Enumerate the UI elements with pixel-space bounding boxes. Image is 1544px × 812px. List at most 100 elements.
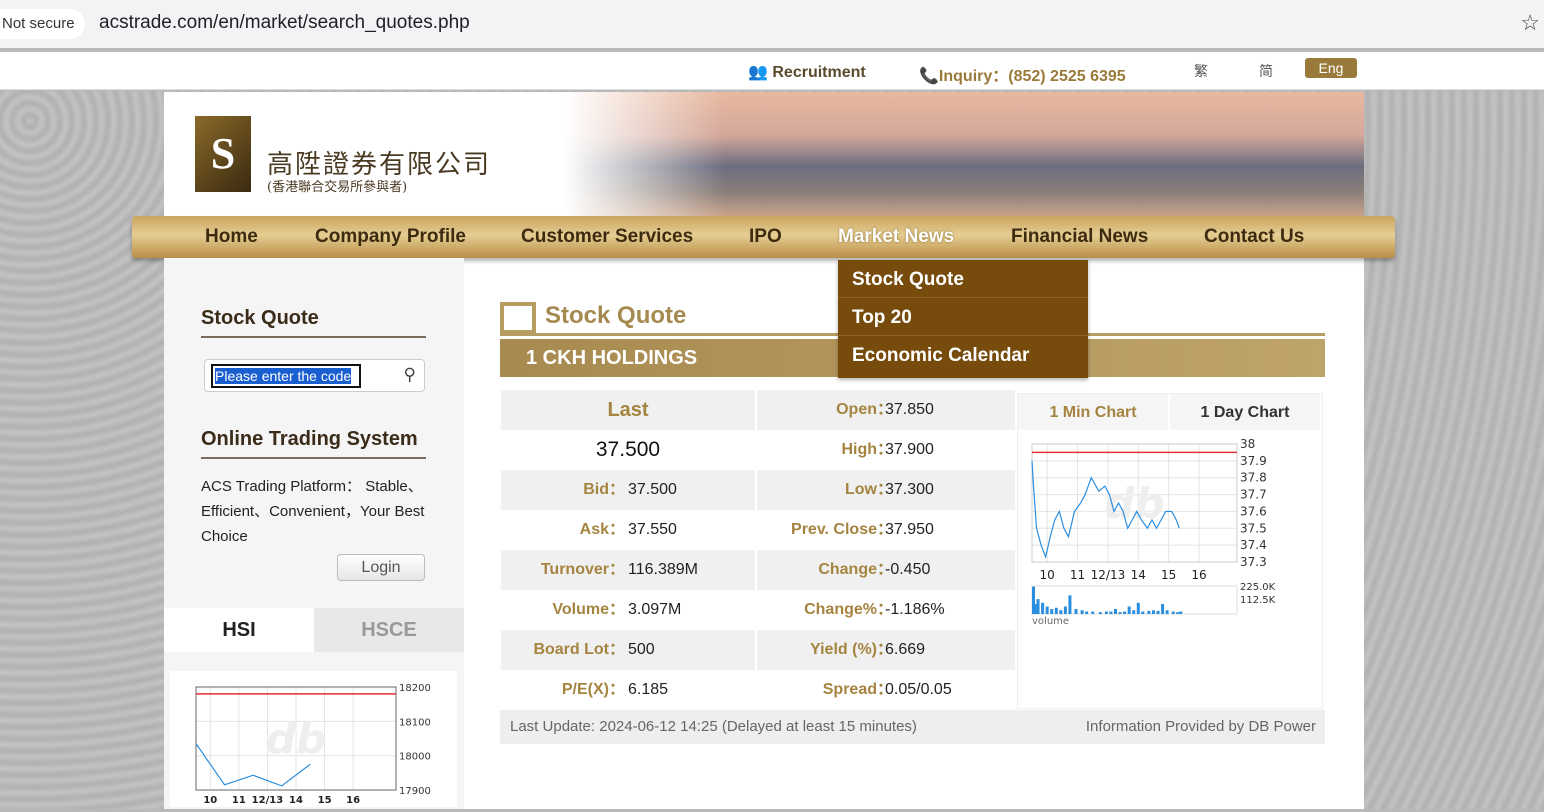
volume-bar xyxy=(1171,611,1175,614)
quote-row: Turnover： 116.389M xyxy=(501,550,755,590)
city-skyline-image xyxy=(564,92,1364,216)
people-icon: 👥 xyxy=(748,64,768,81)
login-button[interactable]: Login xyxy=(337,554,425,581)
volume-bar xyxy=(1179,611,1183,614)
inquiry-link[interactable]: 📞Inquiry：(852) 2525 6395 xyxy=(919,62,1126,86)
tab-hsce[interactable]: HSCE xyxy=(314,608,464,652)
field-value: 6.669 xyxy=(885,641,926,658)
update-bar: Last Update: 2024-06-12 14:25 (Delayed a… xyxy=(500,710,1325,744)
field-value: 37.900 xyxy=(885,441,934,458)
nav-market-news[interactable]: Market News xyxy=(838,226,954,248)
colon: ： xyxy=(609,481,626,498)
quote-row: Bid： 37.500 xyxy=(501,470,755,510)
y-tick-label: 38 xyxy=(1240,437,1255,451)
field-value: 500 xyxy=(628,641,655,658)
phone-icon: 📞 xyxy=(919,68,939,85)
colon: ： xyxy=(609,561,626,578)
volume-bar xyxy=(1156,610,1160,614)
address-bar[interactable]: acstrade.com/en/market/search_quotes.php xyxy=(99,12,470,34)
quote-row: High： 37.900 xyxy=(757,430,1015,470)
field-value: 37.300 xyxy=(885,481,934,498)
market-news-dropdown: Stock Quote Top 20 Economic Calendar xyxy=(838,260,1088,378)
field-value: 37.500 xyxy=(628,481,677,498)
volume-bar xyxy=(1127,606,1131,614)
top-bar: 👥 Recruitment 📞Inquiry：(852) 2525 6395 繁… xyxy=(0,52,1544,90)
volume-bar xyxy=(1141,611,1145,614)
quote-row: Prev. Close： 37.950 xyxy=(757,510,1015,550)
field-label: Open xyxy=(836,401,877,418)
colon: ： xyxy=(609,521,626,538)
menu-economic-calendar[interactable]: Economic Calendar xyxy=(838,336,1088,374)
x-tick-label: 11 xyxy=(232,795,246,806)
last-update: Last Update: 2024-06-12 14:25 (Delayed a… xyxy=(510,718,917,735)
y-tick-label: 37.5 xyxy=(1240,521,1267,535)
tab-1-min-chart[interactable]: 1 Min Chart xyxy=(1018,394,1168,430)
lang-english[interactable]: Eng xyxy=(1305,58,1357,78)
field-label: Turnover xyxy=(540,561,609,578)
volume-bar xyxy=(1151,610,1155,614)
colon: ： xyxy=(609,641,626,658)
nav-financial-news[interactable]: Financial News xyxy=(1011,226,1148,248)
volume-tick-label: 225.0K xyxy=(1240,582,1276,593)
tab-hsi[interactable]: HSI xyxy=(164,608,314,652)
volume-tick-label: 112.5K xyxy=(1240,595,1276,606)
volume-bar xyxy=(1085,611,1089,614)
volume-bar xyxy=(1176,612,1180,614)
quote-row: Change%： -1.186% xyxy=(757,590,1015,630)
tab-1-day-chart[interactable]: 1 Day Chart xyxy=(1170,394,1320,430)
quote-row: P/E(X)： 6.185 xyxy=(501,670,755,710)
volume-bar xyxy=(1136,602,1140,614)
y-tick-label: 37.9 xyxy=(1240,454,1267,468)
nav-customer-services[interactable]: Customer Services xyxy=(521,226,693,248)
field-label: Volume xyxy=(552,601,609,618)
menu-top-20[interactable]: Top 20 xyxy=(838,298,1088,336)
data-provider: Information Provided by DB Power xyxy=(1085,718,1316,735)
search-icon[interactable]: ⚲ xyxy=(404,365,416,385)
field-label: Ask xyxy=(579,521,609,538)
nav-home[interactable]: Home xyxy=(205,226,258,248)
quote-row: Board Lot： 500 xyxy=(501,630,755,670)
stock-search: Please enter the code ⚲ xyxy=(204,359,425,392)
field-label: Change xyxy=(818,561,877,578)
y-tick-label: 18000 xyxy=(399,752,431,763)
volume-bar xyxy=(1074,609,1078,614)
volume-bar xyxy=(1109,611,1113,614)
field-label: Prev. Close xyxy=(791,521,877,538)
y-tick-label: 17900 xyxy=(399,786,431,797)
field-value: 0.05/0.05 xyxy=(885,681,952,698)
y-tick-label: 37.6 xyxy=(1240,504,1267,518)
volume-bar xyxy=(1033,604,1037,614)
chart-panel: 1 Min Chart 1 Day Chart 10 11 12/13 14 15 16 3… xyxy=(1017,393,1323,709)
volume-bar xyxy=(1114,609,1117,614)
field-value: 37.550 xyxy=(628,521,677,538)
browser-bar: Not secure acstrade.com/en/market/search… xyxy=(0,0,1544,48)
field-value: 37.850 xyxy=(885,401,934,418)
volume-bar xyxy=(1050,609,1054,614)
x-tick-label: 14 xyxy=(289,795,303,806)
recruitment-link[interactable]: 👥 Recruitment xyxy=(748,62,866,82)
recruitment-label: Recruitment xyxy=(772,64,866,81)
company-logo[interactable]: S xyxy=(195,116,251,192)
nav-contact-us[interactable]: Contact Us xyxy=(1204,226,1304,248)
nav-company-profile[interactable]: Company Profile xyxy=(315,226,466,248)
lang-simplified[interactable]: 简 xyxy=(1259,61,1273,81)
lang-traditional[interactable]: 繁 xyxy=(1194,61,1208,81)
search-placeholder: Please enter the code xyxy=(215,368,352,384)
field-label: Change% xyxy=(804,601,877,618)
quote-row: Open： 37.850 xyxy=(757,390,1015,430)
field-value: 37.950 xyxy=(885,521,934,538)
field-label: Low xyxy=(845,481,877,498)
security-indicator[interactable]: Not secure xyxy=(0,9,85,39)
menu-stock-quote[interactable]: Stock Quote xyxy=(838,260,1088,298)
last-label: Last xyxy=(501,390,755,430)
bookmark-star-icon[interactable]: ☆ xyxy=(1520,10,1540,36)
volume-bar xyxy=(1161,604,1165,614)
volume-bar xyxy=(1132,610,1136,614)
quote-row: Ask： 37.550 xyxy=(501,510,755,550)
volume-bar xyxy=(1080,610,1084,614)
y-tick-label: 37.3 xyxy=(1240,555,1267,569)
x-tick-label: 12/13 xyxy=(1091,568,1126,582)
field-value: -1.186% xyxy=(885,601,945,618)
main-nav: Home Company Profile Customer Services I… xyxy=(132,216,1395,258)
nav-ipo[interactable]: IPO xyxy=(749,226,782,248)
